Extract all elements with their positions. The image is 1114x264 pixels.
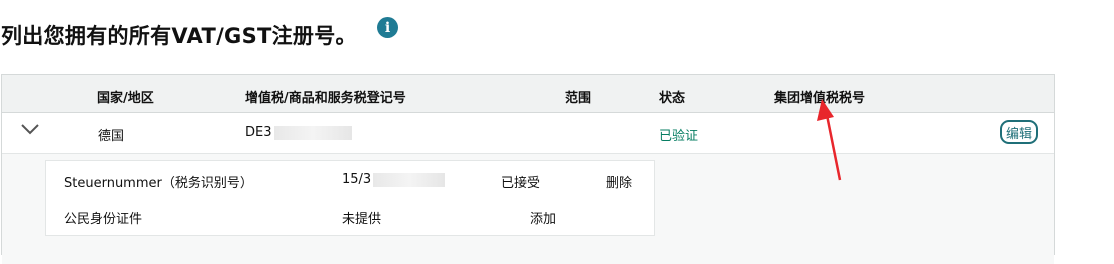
redacted-mask	[373, 172, 446, 187]
tax-id-label: Steuernummer（税务识别号）	[64, 176, 253, 191]
redacted-mask	[273, 125, 352, 140]
add-link[interactable]: 添加	[530, 208, 556, 227]
row-status: 已验证	[659, 129, 699, 144]
tax-id-status: 已接受	[501, 176, 541, 191]
tax-id-value: 15/3	[342, 172, 446, 187]
citizen-id-value: 未提供	[342, 212, 382, 227]
delete-link[interactable]: 删除	[606, 172, 632, 191]
row-country: 德国	[98, 129, 125, 144]
info-icon[interactable]: i	[377, 17, 398, 38]
header-vat-number: 增值税/商品和服务税登记号	[245, 91, 406, 106]
edit-button[interactable]: 编辑	[1000, 120, 1038, 144]
list-item: Steuernummer（税务识别号） 15/3 已接受 删除	[46, 163, 654, 197]
table-header: 国家/地区 增值税/商品和服务税登记号 范围 状态 集团增值税税号	[2, 75, 1054, 113]
header-country: 国家/地区	[97, 91, 154, 106]
row-vat-number: DE3	[245, 125, 352, 140]
header-group-vat: 集团增值税税号	[774, 91, 866, 106]
page-title: 列出您拥有的所有VAT/GST注册号。	[1, 24, 357, 48]
table-row: 德国 DE3 已验证 编辑	[2, 113, 1054, 154]
tax-id-value-text: 15/3	[342, 172, 372, 187]
tax-id-subtable: Steuernummer（税务识别号） 15/3 已接受 删除 公民身份证件 未…	[45, 160, 655, 236]
vat-registration-table: 国家/地区 增值税/商品和服务税登记号 范围 状态 集团增值税税号 德国 DE3…	[1, 74, 1055, 264]
vat-number-text: DE3	[245, 125, 272, 140]
expanded-details: Steuernummer（税务识别号） 15/3 已接受 删除 公民身份证件 未…	[2, 154, 1054, 264]
chevron-down-icon[interactable]	[20, 122, 40, 136]
citizen-id-label: 公民身份证件	[64, 212, 143, 227]
header-status: 状态	[659, 91, 686, 106]
header-scope: 范围	[565, 91, 592, 106]
list-item: 公民身份证件 未提供 添加	[46, 199, 654, 233]
